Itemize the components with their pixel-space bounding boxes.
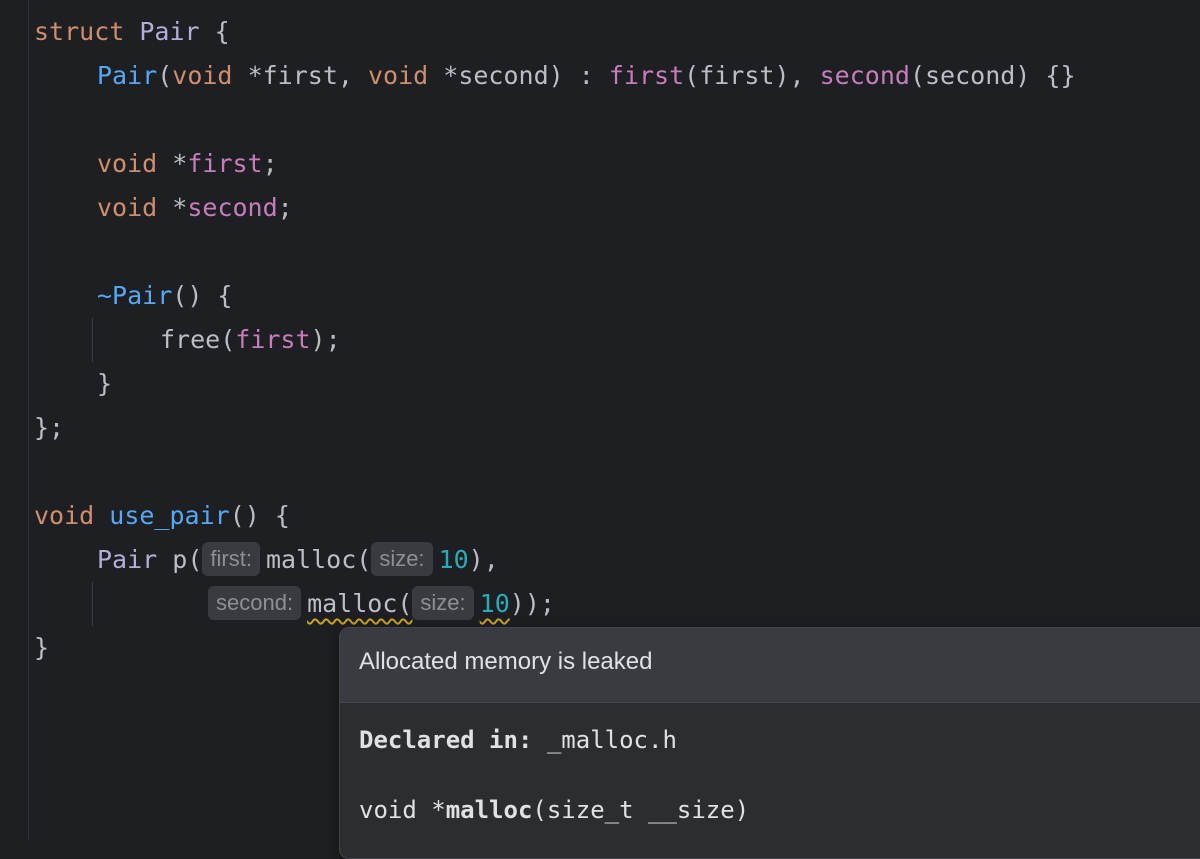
popup-header: Allocated memory is leaked	[340, 628, 1200, 703]
inspection-popup[interactable]: Allocated memory is leaked Declared in: …	[339, 627, 1200, 859]
code-line-8: free(first);	[160, 318, 341, 362]
code-line-14: second: malloc(size: 10));	[208, 582, 555, 626]
number-literal-warning[interactable]: 10	[480, 589, 510, 618]
code-line-15: }	[34, 626, 49, 670]
signature-return: void *	[359, 796, 446, 824]
signature-name: malloc	[445, 796, 533, 824]
code-line-5: void *second;	[97, 186, 293, 230]
param: *first,	[247, 61, 353, 90]
colon: :	[578, 61, 594, 90]
semicolon: ;	[277, 193, 293, 222]
init-arg: (first),	[684, 61, 805, 90]
code-text: }	[97, 369, 113, 398]
function-call-warning[interactable]: malloc(	[307, 589, 412, 618]
code-line-9: }	[97, 362, 112, 406]
init-arg: (second)	[909, 61, 1031, 90]
keyword: void	[97, 193, 158, 222]
type-name: Pair	[97, 545, 158, 574]
parameter-hint[interactable]: size:	[371, 542, 433, 576]
parameter-hint[interactable]: size:	[412, 586, 474, 620]
keyword: void	[34, 501, 95, 530]
code-line-12: void use_pair() {	[34, 494, 290, 538]
function-name: use_pair	[109, 501, 230, 530]
declared-file: _malloc.h	[546, 726, 677, 754]
field-name: second	[187, 193, 278, 222]
code-line-13: Pair p(first: malloc(size: 10),	[97, 538, 499, 582]
number-literal: 10	[438, 545, 469, 574]
indent-guide	[92, 318, 93, 362]
indent-guide	[92, 582, 93, 626]
code-text: ),	[468, 545, 499, 574]
keyword: void	[97, 149, 158, 178]
type-name: Pair	[139, 17, 200, 46]
keyword: struct	[34, 17, 125, 46]
field-ref: second	[819, 61, 910, 90]
param: *second)	[443, 61, 564, 90]
parameter-hint[interactable]: first:	[202, 542, 260, 576]
declared-in: Declared in: _malloc.h	[359, 726, 677, 754]
destructor-name: ~Pair	[97, 281, 173, 310]
code-text: () {	[229, 501, 290, 530]
code-line-2: Pair(void *first, void *second) : first(…	[97, 61, 1076, 90]
function-call: malloc(	[265, 545, 372, 574]
code-text: ));	[509, 589, 555, 618]
field-name: first	[187, 149, 263, 178]
brace: {	[214, 17, 230, 46]
pointer: *	[172, 193, 188, 222]
body: {}	[1045, 61, 1076, 90]
code-text: }	[34, 633, 50, 662]
keyword: void	[172, 61, 233, 90]
code-line-1: struct Pair {	[34, 10, 230, 54]
code-line-7: ~Pair() {	[97, 274, 232, 318]
semicolon: ;	[262, 149, 278, 178]
keyword: void	[367, 61, 429, 90]
parameter-hint[interactable]: second:	[208, 586, 302, 620]
pointer: *	[172, 149, 188, 178]
constructor-name: Pair	[97, 61, 158, 90]
signature-args: (size_t __size)	[532, 796, 750, 824]
code-text: () {	[172, 281, 233, 310]
declared-label: Declared in:	[359, 726, 533, 754]
function-signature: void *malloc(size_t __size)	[359, 796, 749, 824]
code-text: );	[310, 325, 341, 354]
function-call: free(	[160, 325, 236, 354]
code-line-10: };	[34, 406, 64, 450]
variable: p(	[172, 545, 203, 574]
popup-title: Allocated memory is leaked	[359, 648, 653, 675]
code-line-4: void *first;	[97, 142, 278, 186]
field-ref: first	[235, 325, 311, 354]
code-text: };	[34, 413, 65, 442]
field-ref: first	[608, 61, 685, 90]
